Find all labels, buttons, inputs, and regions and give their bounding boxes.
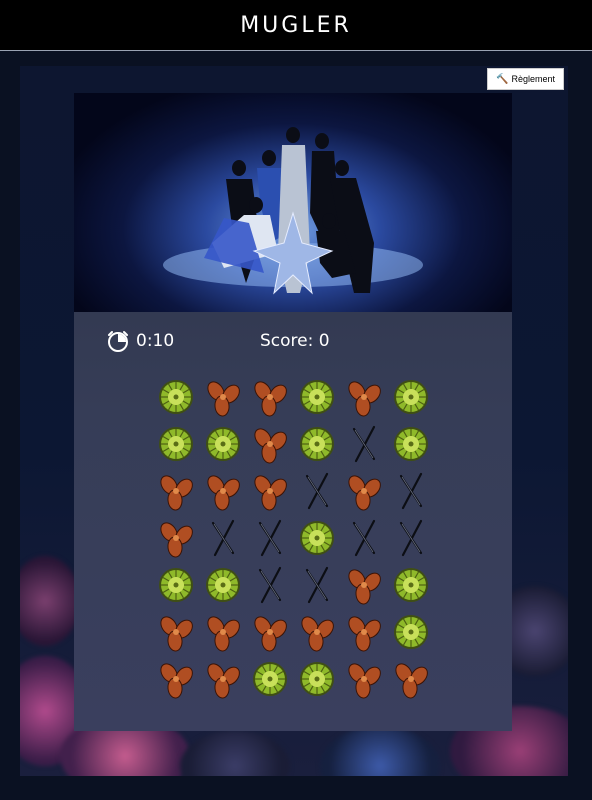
rules-button[interactable]: 🔨 Règlement	[487, 68, 564, 90]
petal-token[interactable]	[152, 655, 199, 702]
lime-token[interactable]	[387, 608, 434, 655]
lime-token[interactable]	[152, 561, 199, 608]
lime-token[interactable]	[293, 373, 340, 420]
petal-token[interactable]	[199, 373, 246, 420]
petal-token[interactable]	[340, 655, 387, 702]
lime-token[interactable]	[199, 420, 246, 467]
needle-token[interactable]	[199, 514, 246, 561]
petal-token[interactable]	[340, 608, 387, 655]
rules-button-label: Règlement	[511, 74, 555, 84]
lime-token[interactable]	[152, 420, 199, 467]
needle-token[interactable]	[340, 514, 387, 561]
brand-logo: MUGLER	[240, 12, 352, 38]
score-label: Score: 0	[260, 331, 330, 351]
hero-image	[74, 93, 512, 312]
lime-token[interactable]	[293, 514, 340, 561]
needle-token[interactable]	[293, 467, 340, 514]
magic-wand-icon: 🔨	[496, 73, 509, 85]
petal-token[interactable]	[246, 373, 293, 420]
hud: 0:10 Score: 0	[74, 312, 512, 368]
timer-value: 0:10	[136, 331, 175, 351]
game-panel: 0:10 Score: 0	[74, 93, 512, 731]
lime-token[interactable]	[293, 655, 340, 702]
lime-token[interactable]	[387, 373, 434, 420]
game-board	[152, 373, 434, 703]
petal-token[interactable]	[152, 514, 199, 561]
petal-token[interactable]	[387, 655, 434, 702]
background-decor	[180, 731, 290, 776]
petal-token[interactable]	[199, 608, 246, 655]
petal-token[interactable]	[152, 467, 199, 514]
background-decor	[320, 726, 440, 776]
lime-token[interactable]	[387, 561, 434, 608]
needle-token[interactable]	[293, 561, 340, 608]
petal-token[interactable]	[246, 467, 293, 514]
lime-token[interactable]	[293, 420, 340, 467]
lime-token[interactable]	[387, 420, 434, 467]
stopwatch-icon	[108, 331, 128, 352]
petal-token[interactable]	[246, 608, 293, 655]
needle-token[interactable]	[246, 561, 293, 608]
lime-token[interactable]	[199, 561, 246, 608]
petal-token[interactable]	[293, 608, 340, 655]
petal-token[interactable]	[199, 467, 246, 514]
needle-token[interactable]	[340, 420, 387, 467]
lime-token[interactable]	[246, 655, 293, 702]
petal-token[interactable]	[340, 467, 387, 514]
background-decor	[20, 556, 80, 646]
petal-token[interactable]	[340, 373, 387, 420]
needle-token[interactable]	[387, 467, 434, 514]
needle-token[interactable]	[387, 514, 434, 561]
petal-token[interactable]	[340, 561, 387, 608]
petal-token[interactable]	[246, 420, 293, 467]
petal-token[interactable]	[199, 655, 246, 702]
needle-token[interactable]	[246, 514, 293, 561]
game-stage: 🔨 Règlement 0:10 Score: 0	[20, 66, 568, 776]
top-bar: MUGLER	[0, 0, 592, 51]
lime-token[interactable]	[152, 373, 199, 420]
petal-token[interactable]	[152, 608, 199, 655]
